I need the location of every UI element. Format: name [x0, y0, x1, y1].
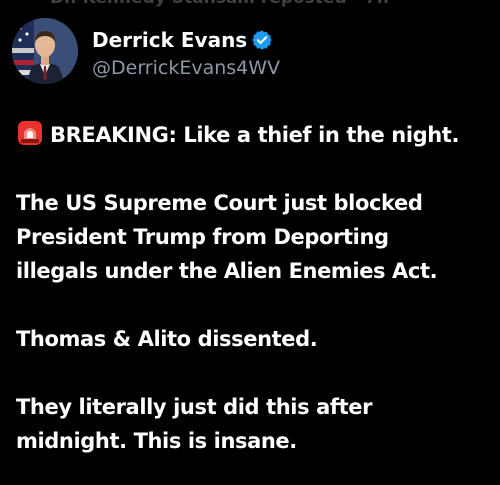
tweet-text: BREAKING: Like a thief in the night. The… — [16, 118, 486, 458]
paragraph-1-line-1: The US Supreme Court just blocked — [16, 191, 423, 215]
paragraph-3-line-2: midnight. This is insane. — [16, 429, 297, 453]
verified-badge-icon — [252, 30, 272, 50]
author-info: Derrick Evans @DerrickEvans4WV — [92, 27, 280, 81]
avatar-photo-icon — [12, 18, 78, 84]
police-siren-icon — [18, 121, 42, 145]
tweet-header: Derrick Evans @DerrickEvans4WV — [12, 18, 488, 88]
author-display-name[interactable]: Derrick Evans — [92, 27, 247, 53]
paragraph-2: Thomas & Alito dissented. — [16, 327, 318, 351]
paragraph-3-line-1: They literally just did this after — [16, 395, 373, 419]
repost-indicator[interactable]: Dr. Kennedy Stansam reposted · 7h — [50, 0, 430, 8]
headline-line: BREAKING: Like a thief in the night. — [16, 118, 486, 152]
headline-text: BREAKING: Like a thief in the night. — [50, 123, 460, 147]
paragraph-1-line-3: illegals under the Alien Enemies Act. — [16, 259, 438, 283]
author-handle[interactable]: @DerrickEvans4WV — [92, 55, 280, 81]
avatar[interactable] — [12, 18, 78, 84]
paragraph-1-line-2: President Trump from Deporting — [16, 225, 389, 249]
